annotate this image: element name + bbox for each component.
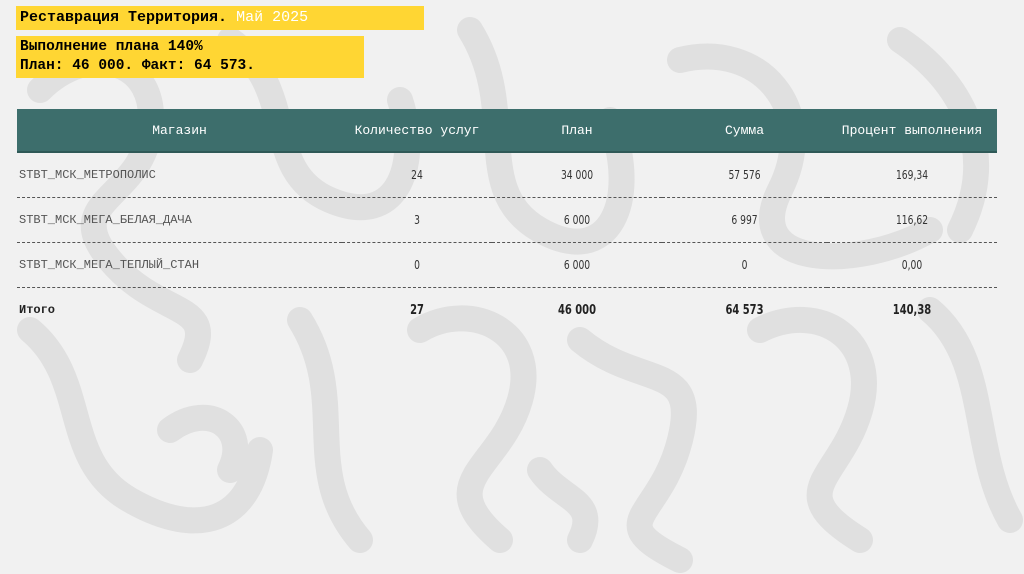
table-total-row: Итого 27 46 000 64 573 140,38 <box>17 288 997 333</box>
stores-table: Магазин Количество услуг План Сумма Проц… <box>17 109 997 332</box>
total-label: Итого <box>19 303 56 317</box>
column-header-services: Количество услуг <box>342 109 492 153</box>
store-name: STBT_МСК_МЕГА_ТЕПЛЫЙ_СТАН <box>17 242 342 288</box>
plan-value: 6 000 <box>504 197 650 243</box>
total-percent: 140,38 <box>892 302 932 318</box>
percent-value: 0,00 <box>839 242 985 288</box>
sum-value: 57 576 <box>674 152 815 198</box>
report-title: Реставрация Территория. Май 2025 <box>16 6 424 30</box>
plan-summary: Выполнение плана 140% План: 46 000. Факт… <box>16 36 364 78</box>
store-name: STBT_МСК_МЕГА_БЕЛАЯ_ДАЧА <box>17 197 342 243</box>
plan-value: 34 000 <box>504 152 650 198</box>
plan-fact-line: План: 46 000. Факт: 64 573. <box>20 58 255 74</box>
table-row: STBT_МСК_МЕГА_БЕЛАЯ_ДАЧА 3 6 000 6 997 1… <box>17 197 997 243</box>
sum-value: 6 997 <box>674 197 815 243</box>
plan-percent-line: Выполнение плана 140% <box>20 39 203 55</box>
services-count: 3 <box>353 197 481 243</box>
total-services: 27 <box>410 302 424 318</box>
title-text: Реставрация Территория. <box>20 9 228 26</box>
table-row: STBT_МСК_МЕТРОПОЛИС 24 34 000 57 576 169… <box>17 152 997 198</box>
table-header-row: Магазин Количество услуг План Сумма Проц… <box>17 109 997 153</box>
total-sum: 64 573 <box>725 302 764 318</box>
percent-value: 169,34 <box>839 152 985 198</box>
services-count: 0 <box>353 242 481 288</box>
sum-value: 0 <box>674 242 815 288</box>
store-name: STBT_МСК_МЕТРОПОЛИС <box>17 152 342 198</box>
title-month: Май 2025 <box>236 9 309 26</box>
column-header-plan: План <box>492 109 662 153</box>
table-row: STBT_МСК_МЕГА_ТЕПЛЫЙ_СТАН 0 6 000 0 0,00 <box>17 242 997 288</box>
services-count: 24 <box>353 152 481 198</box>
column-header-store: Магазин <box>17 109 342 153</box>
plan-value: 6 000 <box>504 242 650 288</box>
total-plan: 46 000 <box>557 302 597 318</box>
column-header-sum: Сумма <box>662 109 827 153</box>
column-header-percent: Процент выполнения <box>827 109 997 153</box>
percent-value: 116,62 <box>839 197 985 243</box>
